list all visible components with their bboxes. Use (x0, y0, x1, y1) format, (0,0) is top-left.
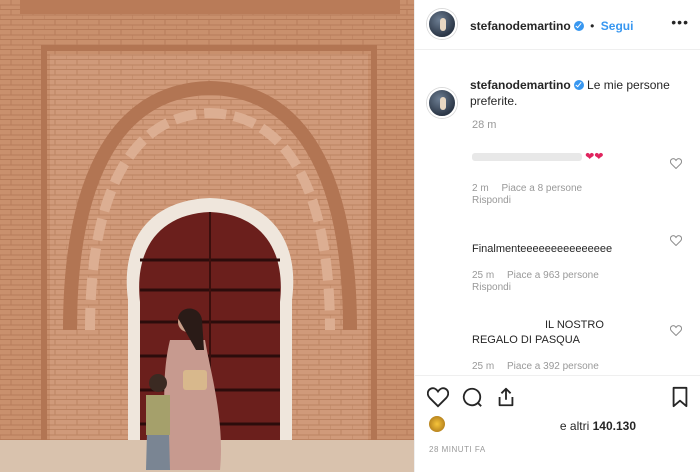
bookmark-icon[interactable] (669, 386, 691, 408)
author-avatar[interactable] (427, 9, 457, 39)
share-icon[interactable] (495, 386, 517, 408)
comment-1: ❤❤ 2 m Piace a 8 persone Rispondi (472, 150, 672, 206)
caption-username[interactable]: stefanodemartino (470, 78, 571, 92)
post-header: stefanodemartino • Segui ••• (415, 0, 700, 50)
comment-like-count[interactable]: Piace a 8 persone (501, 183, 582, 194)
verified-badge-icon (573, 80, 584, 90)
heart-outline-icon[interactable] (427, 386, 449, 408)
likes-prefix: e altri (559, 419, 593, 433)
comment-text: Finalmenteeeeeeeeeeeeeee (472, 243, 613, 255)
comment-meta: 25 m Piace a 963 persone (472, 270, 672, 281)
comment-text: ❤❤ (472, 150, 672, 165)
comment-text: IL NOSTRO REGALO DI PASQUA (472, 319, 604, 346)
comment-time[interactable]: 25 m (472, 270, 494, 281)
comment-like-heart-icon[interactable] (670, 158, 682, 169)
comment-like-heart-icon[interactable] (670, 235, 682, 246)
liker-avatar[interactable] (429, 416, 445, 432)
comment-meta: 2 m Piace a 8 persone (472, 183, 672, 194)
caption: stefanodemartino Le mie persone preferit… (470, 77, 690, 109)
comment-2: Finalmenteeeeeeeeeeeeeee 25 m Piace a 96… (472, 242, 672, 293)
likes-row: e altri 140.130 (427, 416, 689, 436)
comment-3: IL NOSTRO REGALO DI PASQUA 25 m Piace a … (472, 318, 622, 372)
comment-bubble-icon[interactable] (461, 386, 483, 408)
likes-summary[interactable]: e altri 140.130 (560, 419, 636, 433)
post-side-panel: stefanodemartino • Segui ••• stefanodema… (414, 0, 700, 472)
caption-avatar[interactable] (427, 88, 457, 118)
more-options-icon[interactable]: ••• (671, 14, 689, 30)
author-username[interactable]: stefanodemartino (470, 19, 571, 33)
photo-illustration (0, 0, 414, 472)
comment-meta: 25 m Piace a 392 persone (472, 361, 622, 372)
hidden-text-placeholder (472, 153, 582, 162)
post-timestamp[interactable]: 28 MINUTI FA (429, 445, 486, 454)
post-actions: e altri 140.130 28 MINUTI FA (415, 375, 700, 472)
post-photo[interactable] (0, 0, 414, 472)
reply-button[interactable]: Rispondi (472, 282, 672, 293)
comment-emoji: ❤❤ (585, 151, 604, 163)
header-separator: • (590, 19, 595, 33)
reply-button[interactable]: Rispondi (472, 195, 672, 206)
comment-like-heart-icon[interactable] (670, 325, 682, 336)
follow-button[interactable]: Segui (601, 19, 634, 33)
comment-like-count[interactable]: Piace a 392 persone (507, 361, 599, 372)
verified-badge-icon (573, 21, 584, 31)
comment-time[interactable]: 2 m (472, 183, 489, 194)
comment-like-count[interactable]: Piace a 963 persone (507, 270, 599, 281)
comment-time[interactable]: 25 m (472, 361, 494, 372)
header-user-block: stefanodemartino • Segui (470, 17, 633, 35)
caption-time[interactable]: 28 m (472, 119, 496, 131)
likes-count: 140.130 (592, 419, 636, 433)
